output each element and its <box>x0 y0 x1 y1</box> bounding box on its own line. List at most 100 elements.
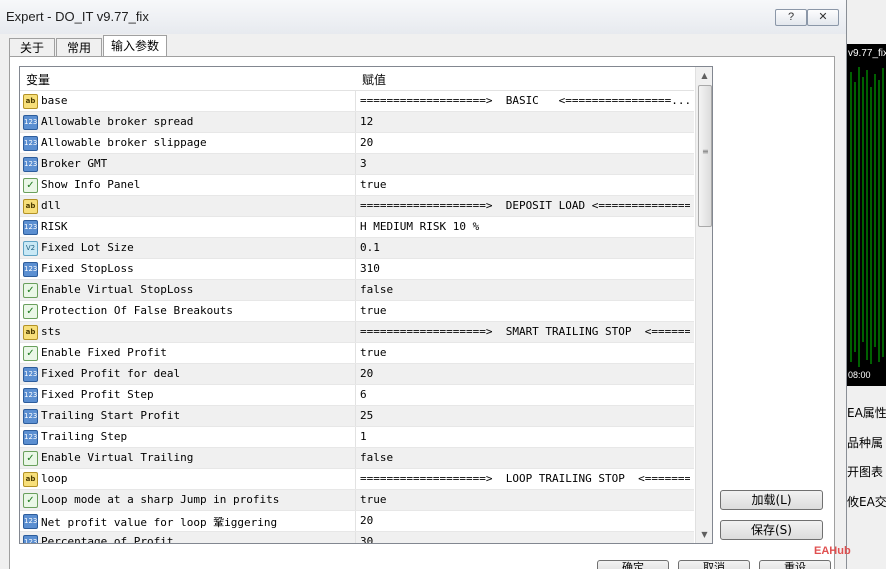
cancel-button[interactable]: 取消 <box>678 560 750 569</box>
column-divider <box>355 112 356 132</box>
tab-common[interactable]: 常用 <box>56 38 102 57</box>
side-menu-ea-properties[interactable]: EA属性 <box>847 404 886 421</box>
parameter-row[interactable]: ✓ Enable Fixed Profit true <box>20 343 694 364</box>
column-divider <box>355 532 356 543</box>
parameter-row[interactable]: ✓ Enable Virtual StopLoss false <box>20 280 694 301</box>
parameter-row[interactable]: 123 Allowable broker spread 12 <box>20 112 694 133</box>
parameter-row[interactable]: ✓ Protection Of False Breakouts true <box>20 301 694 322</box>
parameter-name: Enable Virtual Trailing <box>41 451 194 464</box>
watermark-logo: EAHub <box>814 545 851 557</box>
parameter-row[interactable]: 123 Fixed Profit for deal 20 <box>20 364 694 385</box>
parameter-row[interactable]: 123 Percentage of Profit 30 <box>20 532 694 543</box>
parameter-name: Allowable broker slippage <box>41 136 207 149</box>
parameter-value[interactable]: true <box>360 178 690 191</box>
vertical-scrollbar[interactable]: ▲ ≡ ▼ <box>695 67 712 543</box>
parameter-name: Trailing Start Profit <box>41 409 181 422</box>
parameter-row[interactable]: ✓ Show Info Panel true <box>20 175 694 196</box>
string-param-icon: ab <box>23 325 38 340</box>
parameter-value[interactable]: ===================> LOOP TRAILING STOP … <box>360 472 690 485</box>
parameter-name: Fixed Profit Step <box>41 388 154 401</box>
integer-param-icon: 123 <box>23 430 38 445</box>
parameter-value[interactable]: true <box>360 304 690 317</box>
column-divider <box>355 133 356 153</box>
parameter-value[interactable]: 12 <box>360 115 690 128</box>
column-header-variable[interactable]: 变量 <box>26 71 50 88</box>
integer-param-icon: 123 <box>23 514 38 529</box>
parameter-value[interactable]: 3 <box>360 157 690 170</box>
window-title: Expert - DO_IT v9.77_fix <box>6 9 149 24</box>
parameter-row[interactable]: ab loop ===================> LOOP TRAILING… <box>20 469 694 490</box>
side-menu-ea-trading[interactable]: 攸EA交易 <box>847 493 886 510</box>
parameter-row[interactable]: ✓ Loop mode at a sharp Jump in profits tru… <box>20 490 694 511</box>
parameter-name: Net profit value for loop 鞏iggering <box>41 516 278 529</box>
parameter-name: Broker GMT <box>41 157 108 170</box>
parameter-row[interactable]: ab dll ===================> DEPOSIT LOAD <… <box>20 196 694 217</box>
parameter-row[interactable]: 123 Fixed Profit Step 6 <box>20 385 694 406</box>
close-button[interactable]: ✕ <box>807 9 839 26</box>
column-divider <box>355 280 356 300</box>
parameter-name: Enable Virtual StopLoss <box>41 283 194 296</box>
parameter-row[interactable]: V2 Fixed Lot Size 0.1 <box>20 238 694 259</box>
parameter-value[interactable]: true <box>360 493 690 506</box>
help-button[interactable]: ? <box>775 9 807 26</box>
parameter-value[interactable]: true <box>360 346 690 359</box>
parameter-value[interactable]: 1 <box>360 430 690 443</box>
scroll-up-icon[interactable]: ▲ <box>696 67 712 84</box>
parameter-row[interactable]: 123 Trailing Start Profit 25 <box>20 406 694 427</box>
parameter-value[interactable]: 30 <box>360 535 690 543</box>
parameter-value[interactable]: ===================> BASIC <============… <box>360 94 690 107</box>
parameter-value[interactable]: ===================> DEPOSIT LOAD <=====… <box>360 199 690 212</box>
parameter-row[interactable]: ab base ===================> BASIC <======… <box>20 91 694 112</box>
grip-icon: ≡ <box>702 147 709 156</box>
reset-button[interactable]: 重设 <box>759 560 831 569</box>
column-header-value[interactable]: 赋值 <box>362 71 386 88</box>
tab-inputs[interactable]: 输入参数 <box>103 35 167 58</box>
column-divider <box>355 322 356 342</box>
parameter-value[interactable]: 20 <box>360 136 690 149</box>
chart-title: v9.77_fix <box>848 48 886 59</box>
load-button[interactable]: 加载(L) <box>720 490 823 510</box>
parameter-name: Loop mode at a sharp Jump in profits <box>41 493 280 506</box>
scroll-thumb[interactable]: ≡ <box>698 85 712 227</box>
boolean-param-icon: ✓ <box>23 283 38 298</box>
tab-about[interactable]: 关于 <box>9 38 55 57</box>
parameter-value[interactable]: false <box>360 283 690 296</box>
integer-param-icon: 123 <box>23 388 38 403</box>
parameter-row[interactable]: 123 RISK H MEDIUM RISK 10 % <box>20 217 694 238</box>
integer-param-icon: 123 <box>23 220 38 235</box>
parameter-row[interactable]: 123 Trailing Step 1 <box>20 427 694 448</box>
parameter-value[interactable]: 310 <box>360 262 690 275</box>
parameter-value[interactable]: 20 <box>360 367 690 380</box>
parameter-value[interactable]: H MEDIUM RISK 10 % <box>360 220 690 233</box>
parameter-row[interactable]: 123 Net profit value for loop 鞏iggering 20 <box>20 511 694 532</box>
column-divider <box>355 490 356 510</box>
parameter-value[interactable]: 0.1 <box>360 241 690 254</box>
title-bar: Expert - DO_IT v9.77_fix ? ✕ <box>0 0 846 34</box>
scroll-down-icon[interactable]: ▼ <box>696 526 712 543</box>
chart-window[interactable]: v9.77_fix 08:00 <box>847 44 886 386</box>
save-button[interactable]: 保存(S) <box>720 520 823 540</box>
parameter-row[interactable]: 123 Fixed StopLoss 310 <box>20 259 694 280</box>
parameter-name: Fixed Profit for deal <box>41 367 181 380</box>
parameter-value[interactable]: 20 <box>360 514 690 527</box>
candles-graphic <box>850 67 884 367</box>
string-param-icon: ab <box>23 199 38 214</box>
side-menu-open-chart[interactable]: 开图表 <box>847 463 883 480</box>
background-terminal: v9.77_fix 08:00 EA属性 品种属 开图表 攸EA交易 <box>847 0 886 569</box>
ok-button[interactable]: 确定 <box>597 560 669 569</box>
parameter-name: Protection Of False Breakouts <box>41 304 234 317</box>
side-menu-symbol-properties[interactable]: 品种属 <box>847 434 883 451</box>
parameter-name: sts <box>41 325 61 338</box>
parameter-value[interactable]: 6 <box>360 388 690 401</box>
grid-header: 变量 赋值 <box>20 67 694 91</box>
parameter-row[interactable]: 123 Allowable broker slippage 20 <box>20 133 694 154</box>
parameter-row[interactable]: 123 Broker GMT 3 <box>20 154 694 175</box>
parameter-value[interactable]: false <box>360 451 690 464</box>
chart-time-label: 08:00 <box>848 370 871 380</box>
parameter-value[interactable]: 25 <box>360 409 690 422</box>
parameter-name: RISK <box>41 220 68 233</box>
parameter-row[interactable]: ✓ Enable Virtual Trailing false <box>20 448 694 469</box>
parameter-value[interactable]: ===================> SMART TRAILING STOP… <box>360 325 690 338</box>
boolean-param-icon: ✓ <box>23 451 38 466</box>
parameter-row[interactable]: ab sts ===================> SMART TRAILING… <box>20 322 694 343</box>
